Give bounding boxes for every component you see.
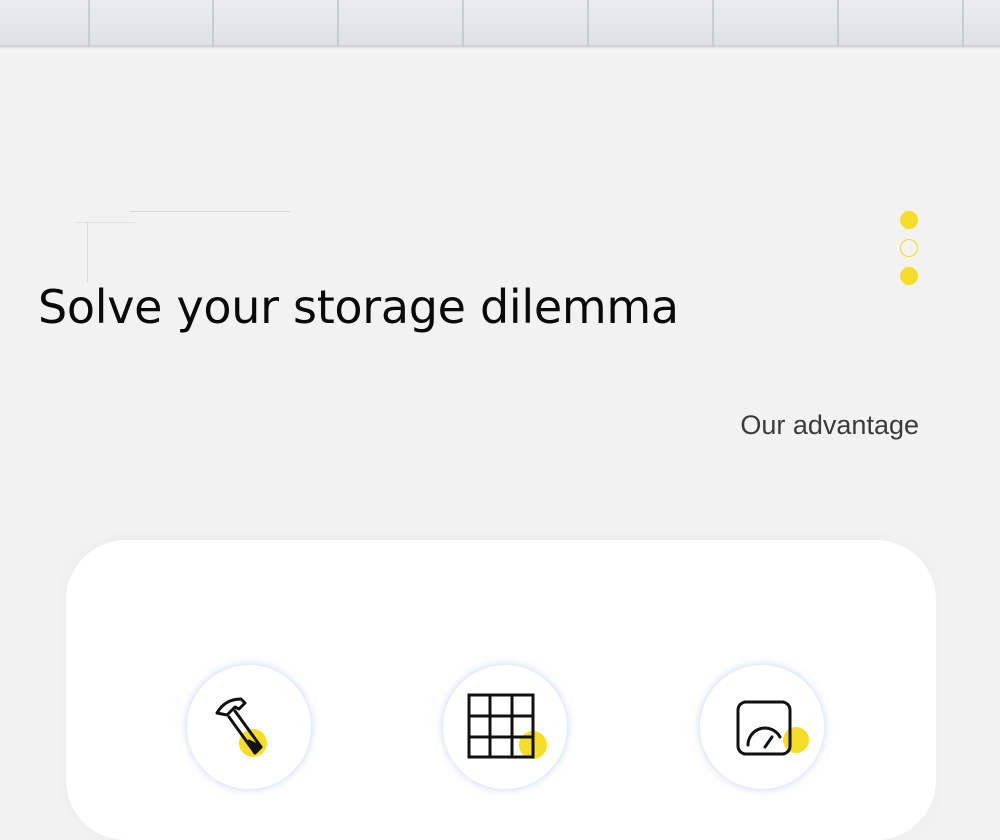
feature-gauge <box>699 664 825 790</box>
hammer-icon <box>215 697 267 757</box>
tile-divider <box>88 0 90 47</box>
tile-divider <box>837 0 839 47</box>
pagination-dot-1[interactable] <box>900 211 918 229</box>
grid-icon <box>467 693 547 759</box>
decorative-line <box>87 222 88 282</box>
tile-divider <box>462 0 464 47</box>
strip-shadow <box>0 45 1000 49</box>
tile-divider <box>337 0 339 47</box>
headline: Solve your storage dilemma <box>38 280 679 334</box>
decorative-line <box>75 222 135 223</box>
section-subheading: Our advantage <box>740 410 919 440</box>
tile-divider <box>212 0 214 47</box>
feature-grid <box>442 664 568 790</box>
pagination-dot-2[interactable] <box>900 239 918 257</box>
gauge-icon <box>736 700 809 756</box>
top-photo-strip <box>0 0 1000 47</box>
slide-pagination <box>899 210 919 286</box>
tile-divider <box>587 0 589 47</box>
decorative-line <box>130 211 290 212</box>
pagination-dot-3[interactable] <box>900 267 918 285</box>
tile-divider <box>712 0 714 47</box>
tile-divider <box>962 0 964 47</box>
advantages-card <box>66 540 936 840</box>
feature-hammer <box>186 664 312 790</box>
